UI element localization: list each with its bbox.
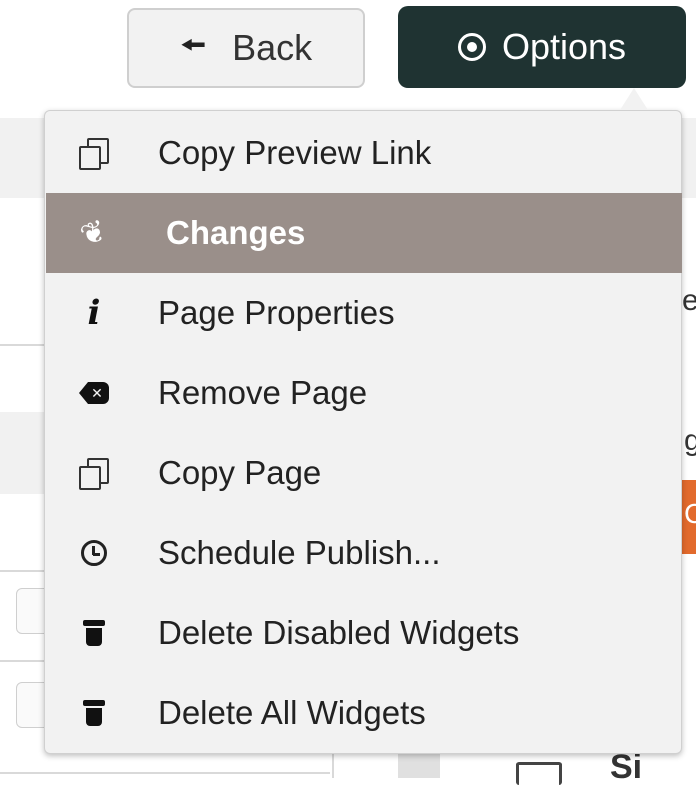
back-button[interactable]: 🠘 Back [127,8,365,88]
background-divider [0,344,44,346]
menu-item-label: Delete Disabled Widgets [158,614,520,651]
clock-icon [74,533,114,573]
trash-icon [74,613,114,653]
background-divider [0,772,330,774]
menu-item-label: Changes [166,214,306,251]
feather-icon: ❦ [76,213,112,253]
circle-dot-icon [457,33,486,61]
background-divider [332,752,334,778]
options-button[interactable]: Options [398,6,686,88]
trash-icon [74,693,114,733]
menu-item-page-properties[interactable]: i Page Properties [46,273,682,353]
copy-icon [74,133,114,173]
menu-item-changes[interactable]: ❦ Changes [46,193,682,273]
background-text-fragment: e [682,284,696,317]
menu-item-label: Remove Page [158,374,368,411]
menu-item-label: Copy Page [158,454,322,491]
background-divider [0,660,44,662]
arrow-left-icon: 🠘 [179,28,207,62]
menu-item-schedule-publish[interactable]: Schedule Publish... [46,513,682,593]
menu-item-label: Schedule Publish... [158,534,441,571]
menu-item-label: Page Properties [158,294,395,331]
background-panel [0,412,44,494]
options-button-label: Options [501,26,627,67]
menu-item-delete-all-widgets[interactable]: Delete All Widgets [46,673,682,753]
menu-caret [620,88,648,110]
background-orange-button[interactable]: C [682,480,696,554]
background-divider [0,570,44,572]
menu-item-copy-preview-link[interactable]: Copy Preview Link [46,113,682,193]
background-text-fragment: g [684,424,696,457]
menu-item-label: Copy Preview Link [158,134,432,171]
options-dropdown-menu: Copy Preview Link ❦ Changes i Page Prope… [44,110,682,754]
menu-item-copy-page[interactable]: Copy Page [46,433,682,513]
background-sidebar-block [398,752,440,778]
menu-item-label: Delete All Widgets [158,694,426,731]
background-orange-label: C [684,498,696,529]
back-button-label: Back [232,27,313,68]
menu-item-delete-disabled-widgets[interactable]: Delete Disabled Widgets [46,593,682,673]
window-icon [516,762,562,785]
menu-item-remove-page[interactable]: ✕ Remove Page [46,353,682,433]
copy-icon [74,453,114,493]
remove-icon: ✕ [74,373,114,413]
info-icon: i [87,293,101,333]
